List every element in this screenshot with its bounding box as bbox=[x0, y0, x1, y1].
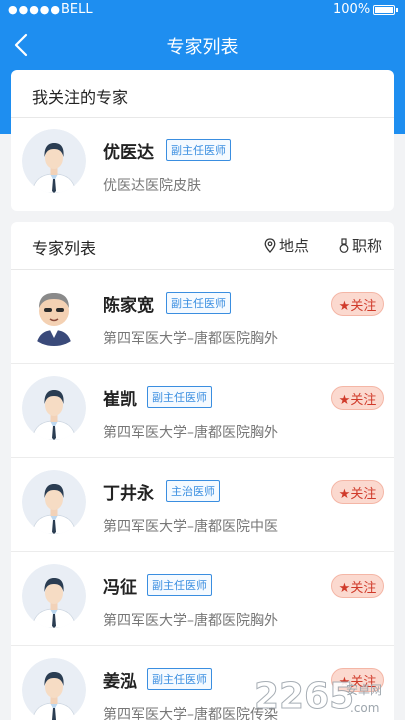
filter-location[interactable]: 地点 bbox=[264, 235, 309, 256]
followed-experts-card: 我关注的专家 优医达 副主任医师 优医达医院皮肤 bbox=[11, 70, 394, 211]
signal-strength: ●●●●● bbox=[8, 3, 61, 16]
watermark-sub: 安卓网 bbox=[346, 682, 382, 697]
page-title: 专家列表 bbox=[166, 37, 239, 58]
doctor-hospital: 第四军医大学–唐都医院胸外 bbox=[103, 613, 278, 629]
watermark-text: 2265 bbox=[254, 676, 354, 717]
battery-percent: 100% bbox=[333, 2, 371, 17]
follow-button[interactable]: ★关注 bbox=[331, 292, 384, 316]
doctor-avatar bbox=[22, 376, 86, 440]
site-watermark: 2265 安卓网 .com bbox=[254, 676, 383, 718]
expert-list-card: 专家列表 地点 职称 陈家宽 副主任医师 第四军医大学–唐都医院胸外 ★关注 崔凯 副主任… bbox=[11, 222, 394, 720]
battery-icon bbox=[373, 5, 398, 15]
doctor-name: 陈家宽 bbox=[103, 296, 154, 316]
doctor-title-badge: 副主任医师 bbox=[147, 386, 212, 408]
location-pin-icon bbox=[264, 238, 276, 253]
doctor-avatar bbox=[22, 470, 86, 534]
doctor-list-item[interactable]: 陈家宽 副主任医师第四军医大学–唐都医院胸外 ★关注 bbox=[11, 270, 394, 364]
doctor-title-badge: 副主任医师 bbox=[147, 668, 212, 690]
carrier-name: BELL bbox=[61, 2, 93, 17]
doctor-title-badge: 副主任医师 bbox=[166, 139, 231, 161]
doctor-list-item[interactable]: 冯征 副主任医师第四军医大学–唐都医院胸外 ★关注 bbox=[11, 552, 394, 646]
follow-button[interactable]: ★关注 bbox=[331, 386, 384, 410]
doctor-title-badge: 主治医师 bbox=[166, 480, 220, 502]
watermark-domain: .com bbox=[350, 701, 379, 715]
doctor-hospital: 优医达医院皮肤 bbox=[103, 178, 201, 194]
doctor-avatar bbox=[22, 564, 86, 628]
doctor-name: 丁井永 bbox=[103, 484, 154, 504]
nav-bar: 专家列表 bbox=[0, 22, 405, 68]
doctor-hospital: 第四军医大学–唐都医院中医 bbox=[103, 519, 278, 535]
follow-button[interactable]: ★关注 bbox=[331, 574, 384, 598]
filter-location-label: 地点 bbox=[279, 237, 310, 255]
doctor-avatar bbox=[22, 129, 86, 193]
doctor-list-item[interactable]: 丁井永 主治医师第四军医大学–唐都医院中医 ★关注 bbox=[11, 458, 394, 552]
doctor-list-item[interactable]: 崔凯 副主任医师第四军医大学–唐都医院胸外 ★关注 bbox=[11, 364, 394, 458]
badge-icon bbox=[339, 237, 349, 253]
status-bar: ●●●●● BELL 100% bbox=[0, 0, 405, 20]
followed-section-title: 我关注的专家 bbox=[32, 88, 129, 107]
list-section-title: 专家列表 bbox=[32, 239, 97, 258]
filter-title-label: 职称 bbox=[352, 237, 383, 255]
follow-button[interactable]: ★关注 bbox=[331, 480, 384, 504]
filter-title[interactable]: 职称 bbox=[339, 235, 382, 256]
doctor-name: 崔凯 bbox=[103, 390, 137, 410]
followed-doctor-item[interactable]: 优医达 副主任医师 优医达医院皮肤 bbox=[11, 117, 394, 211]
cartoon-avatar bbox=[22, 282, 86, 346]
doctor-name: 优医达 bbox=[103, 143, 154, 163]
doctor-hospital: 第四军医大学–唐都医院胸外 bbox=[103, 331, 278, 347]
doctor-name: 冯征 bbox=[103, 578, 137, 598]
doctor-avatar bbox=[22, 658, 86, 720]
doctor-hospital: 第四军医大学–唐都医院胸外 bbox=[103, 425, 278, 441]
doctor-name: 姜泓 bbox=[103, 672, 137, 692]
doctor-title-badge: 副主任医师 bbox=[147, 574, 212, 596]
doctor-title-badge: 副主任医师 bbox=[166, 292, 231, 314]
